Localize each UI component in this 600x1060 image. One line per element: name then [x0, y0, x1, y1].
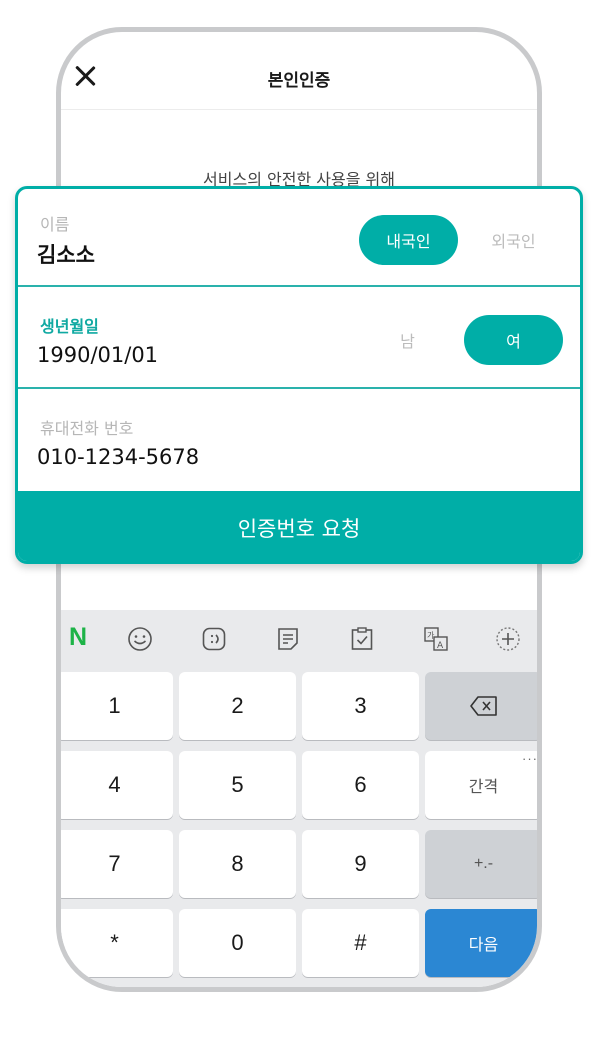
more-options-icon: ··· [522, 751, 538, 766]
backspace-key[interactable] [425, 672, 537, 740]
foreign-toggle[interactable]: 외국인 [464, 215, 563, 265]
key-4[interactable]: 4 [61, 751, 173, 819]
emoticon-icon[interactable] [201, 626, 227, 652]
verification-card: 이름 김소소 내국인 외국인 생년월일 1990/01/01 남 여 휴대전화 … [15, 186, 583, 564]
page-title: 본인인증 [267, 71, 331, 91]
key-5[interactable]: 5 [179, 751, 296, 819]
emoji-icon[interactable] [127, 626, 153, 652]
key-0[interactable]: 0 [179, 909, 296, 977]
birth-label: 생년월일 [40, 317, 99, 336]
name-label: 이름 [40, 215, 70, 234]
symbol-key[interactable]: +.- [425, 830, 537, 898]
key-3[interactable]: 3 [302, 672, 419, 740]
svg-text:가: 가 [427, 631, 435, 640]
numeric-keyboard: N 가A 1 2 3 4 5 6 간격 ··· 7 8 9 +.- * 0 # … [61, 610, 537, 987]
translate-icon[interactable]: 가A [423, 626, 449, 652]
space-key-label: 간격 [468, 779, 499, 796]
svg-text:A: A [437, 641, 444, 651]
add-icon[interactable] [495, 626, 521, 652]
memo-icon[interactable] [275, 626, 301, 652]
key-6[interactable]: 6 [302, 751, 419, 819]
key-7[interactable]: 7 [61, 830, 173, 898]
name-field[interactable]: 김소소 [37, 239, 95, 269]
name-row: 이름 김소소 내국인 외국인 [18, 189, 580, 287]
phone-row: 휴대전화 번호 010-1234-5678 [18, 389, 580, 491]
male-toggle[interactable]: 남 [358, 315, 457, 365]
key-2[interactable]: 2 [179, 672, 296, 740]
naver-logo[interactable]: N [69, 623, 87, 652]
domestic-toggle[interactable]: 내국인 [359, 215, 458, 265]
female-toggle[interactable]: 여 [464, 315, 563, 365]
clipboard-icon[interactable] [349, 626, 375, 652]
birth-field[interactable]: 1990/01/01 [37, 343, 158, 367]
key-asterisk[interactable]: * [61, 909, 173, 977]
key-hash[interactable]: # [302, 909, 419, 977]
key-8[interactable]: 8 [179, 830, 296, 898]
birth-row: 생년월일 1990/01/01 남 여 [18, 287, 580, 389]
next-key[interactable]: 다음 [425, 909, 537, 977]
request-code-button[interactable]: 인증번호 요청 [18, 491, 580, 561]
phone-label: 휴대전화 번호 [40, 419, 134, 438]
keyboard-toolbar: N 가A [61, 610, 537, 668]
backspace-icon [469, 696, 497, 716]
key-9[interactable]: 9 [302, 830, 419, 898]
space-key[interactable]: 간격 ··· [425, 751, 538, 819]
app-header: 본인인증 [61, 32, 537, 110]
phone-field[interactable]: 010-1234-5678 [37, 445, 199, 469]
key-1[interactable]: 1 [61, 672, 173, 740]
